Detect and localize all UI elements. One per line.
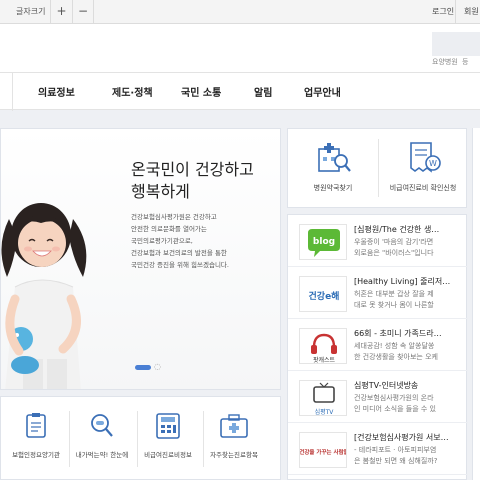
zoom-in-button[interactable]: + (50, 0, 72, 24)
quick-item-institution[interactable]: 보험인정요양기관 (3, 411, 69, 459)
hospital-search-icon (318, 143, 351, 172)
quick-item-frequent-treatment[interactable]: 자주찾는진료항목 (201, 411, 267, 459)
banner-headline-line-1: 온국민이 건강하고 (131, 160, 254, 179)
nav-item-policy[interactable]: 제도·정책 (112, 84, 153, 99)
site-header: 요양병원 등 (0, 24, 480, 72)
member-link[interactable]: 회원 (464, 6, 479, 17)
clipboard-icon (26, 413, 46, 438)
divider (455, 0, 456, 24)
service-label: 비급여진료비 확인신청 (389, 184, 457, 192)
child-illustration (1, 203, 87, 389)
blog-thumbnail: blog (299, 224, 347, 260)
sns-excerpt: 우울증이 '마음의 감기'라면 외로움은 "바이러스"입니다 (354, 237, 466, 261)
sns-excerpt-line: - 테라피포트 · 아토피피부염 (354, 446, 437, 454)
sns-title[interactable]: [심평원/The 건강한 생… (354, 224, 466, 235)
sns-excerpt-line: 세대공감! 성함 속 알쏭달쏭 (354, 342, 435, 350)
quick-menu: 보험인정요양기관 내가먹는약! 한눈에 비급여진료비정보 자주찾는진료항목 (0, 396, 281, 480)
sns-item-blog[interactable]: blog [심평원/The 건강한 생… 우울증이 '마음의 감기'라면 외로움… (288, 215, 468, 267)
banner-headline-line-2: 행복하게 (131, 182, 190, 201)
sns-excerpt: - 테라피포트 · 아토피피부염 은 봄철만 되면 왜 심해질까? (354, 445, 466, 469)
quick-item-label-main: 요양기관 (36, 451, 60, 459)
sns-excerpt: 건강보험심사평가원의 온라 인 미디어 소식을 들을 수 있 (354, 393, 466, 417)
banner-desc-line: 국민건강 증진을 위해 힘쓰겠습니다. (131, 261, 229, 269)
tv-thumb-text: 심평TV (315, 408, 335, 416)
quick-item-label-prefix: 보험인정 (12, 451, 36, 459)
banner-headline: 온국민이 건강하고 행복하게 (131, 159, 271, 203)
sns-item-tv[interactable]: 심평TV 심평TV-인터넷방송 건강보험심사평가원의 온라 인 미디어 소식을 … (288, 371, 468, 423)
sns-excerpt: 허혼은 대부분 갑상 잘을 제 대로 못 찾거나 몸이 나른할 (354, 289, 466, 313)
banner-description: 건강보험심사평가원은 건강하고 안전한 의료문화를 열어가는 국민의료평가기관으… (131, 211, 276, 271)
webzine-thumbnail: 건강을 가꾸는 사람들 (299, 432, 347, 468)
calculator-icon (156, 413, 180, 439)
banner-desc-line: 건강보험심사평가원은 건강하고 (131, 213, 217, 221)
sns-excerpt-line: 한 건강생활을 찾아보는 오케 (354, 353, 438, 361)
main-banner[interactable]: 온국민이 건강하고 행복하게 건강보험심사평가원은 건강하고 안전한 의료문화를… (0, 128, 281, 390)
right-panel-edge (472, 128, 480, 480)
podcast-thumbnail: 팟캐스트 (299, 328, 347, 364)
nav-divider (12, 73, 13, 111)
sns-title[interactable]: 66회 - 초미니 가족드라… (354, 328, 466, 339)
nav-item-communication[interactable]: 국민 소통 (181, 84, 221, 99)
magnifier-pill-icon (91, 414, 113, 437)
health-thumb-text: 건강e해 (309, 290, 340, 302)
television-icon: 심평TV (313, 382, 335, 416)
quick-item-noncovered-fee[interactable]: 비급여진료비정보 (135, 411, 201, 459)
sns-list: blog [심평원/The 건강한 생… 우울증이 '마음의 감기'라면 외로움… (287, 214, 468, 480)
quick-item-my-medicine[interactable]: 내가먹는약! 한눈에 (69, 411, 135, 459)
quick-item-label: 내가먹는약! 한눈에 (75, 451, 129, 459)
nav-item-business[interactable]: 업무안내 (304, 84, 341, 99)
sns-excerpt-line: 건강보험심사평가원의 온라 (354, 394, 434, 402)
top-utility-bar: 글자크기 + − 로그인 회원 (0, 0, 480, 24)
quick-item-label: 자주찾는진료항목 (210, 451, 258, 459)
receipt-won-icon: W (410, 142, 441, 173)
quick-item-label: 보험인정요양기관 (3, 449, 69, 459)
sns-title[interactable]: [건강보험심사평가원 서보… (354, 432, 466, 443)
service-noncovered-check[interactable]: W 비급여진료비 확인신청 (378, 141, 468, 193)
service-hospital-search[interactable]: 병원약국찾기 (288, 141, 378, 193)
service-label: 병원약국찾기 (313, 184, 353, 192)
header-quick-link-2[interactable]: 등 (462, 57, 468, 67)
sns-excerpt-line: 외로움은 "바이러스"입니다 (354, 249, 434, 257)
sns-excerpt-line: 인 미디어 소식을 들을 수 있 (354, 405, 436, 413)
header-quick-link[interactable]: 요양병원 (432, 57, 458, 67)
medical-kit-icon (220, 414, 248, 438)
nav-item-notice[interactable]: 알림 (254, 84, 272, 99)
headphones-icon: 팟캐스트 (311, 333, 337, 364)
sns-excerpt-line: 대로 못 찾거나 몸이 나른할 (354, 301, 434, 309)
tv-thumbnail: 심평TV (299, 380, 347, 416)
search-input[interactable] (432, 32, 480, 56)
blog-thumb-text: blog (313, 237, 335, 247)
sns-excerpt-line: 허혼은 대부분 갑상 잘을 제 (354, 290, 434, 298)
service-box: 병원약국찾기 W 비급여진료비 확인신청 (287, 128, 467, 208)
banner-pager-indicator[interactable] (135, 365, 151, 370)
health-magazine-logo: 건강e해 (309, 290, 340, 302)
font-size-label: 글자크기 (16, 7, 46, 16)
webzine-logo: 건강을 가꾸는 사람들 (300, 448, 347, 456)
sns-title[interactable]: 심평TV-인터넷방송 (354, 380, 466, 391)
sns-excerpt-line: 우울증이 '마음의 감기'라면 (354, 238, 434, 246)
login-link[interactable]: 로그인 (432, 6, 454, 17)
banner-desc-line: 건강보험과 보건의료의 발전을 통한 (131, 249, 227, 257)
nav-item-medical-info[interactable]: 의료정보 (38, 84, 75, 99)
blog-icon: blog (308, 229, 340, 257)
healthy-living-thumbnail: 건강e해 (299, 276, 347, 312)
banner-desc-line: 안전한 의료문화를 열어가는 (131, 225, 207, 233)
sns-excerpt-line: 은 봄철만 되면 왜 심해질까? (354, 457, 438, 465)
banner-play-control[interactable]: ◌ (154, 362, 161, 371)
sns-item-podcast[interactable]: 팟캐스트 66회 - 초미니 가족드라… 세대공감! 성함 속 알쏭달쏭 한 건… (288, 319, 468, 371)
webzine-thumb-text: 건강을 가꾸는 사람들 (300, 448, 347, 456)
main-navigation: 의료정보 제도·정책 국민 소통 알림 업무안내 (0, 72, 480, 111)
sns-excerpt: 세대공감! 성함 속 알쏭달쏭 한 건강생활을 찾아보는 오케 (354, 341, 466, 365)
sns-title[interactable]: [Healthy Living] 줄리저… (354, 276, 466, 287)
podcast-thumb-text: 팟캐스트 (313, 356, 336, 364)
sns-item-webzine[interactable]: 건강을 가꾸는 사람들 [건강보험심사평가원 서보… - 테라피포트 · 아토피… (288, 423, 468, 475)
zoom-out-button[interactable]: − (72, 0, 94, 24)
banner-desc-line: 국민의료평가기관으로, (131, 237, 193, 245)
sns-item-healthy-living[interactable]: 건강e해 [Healthy Living] 줄리저… 허혼은 대부분 갑상 잘을… (288, 267, 468, 319)
svg-text:W: W (429, 159, 437, 168)
quick-item-label: 비급여진료비정보 (144, 451, 192, 459)
